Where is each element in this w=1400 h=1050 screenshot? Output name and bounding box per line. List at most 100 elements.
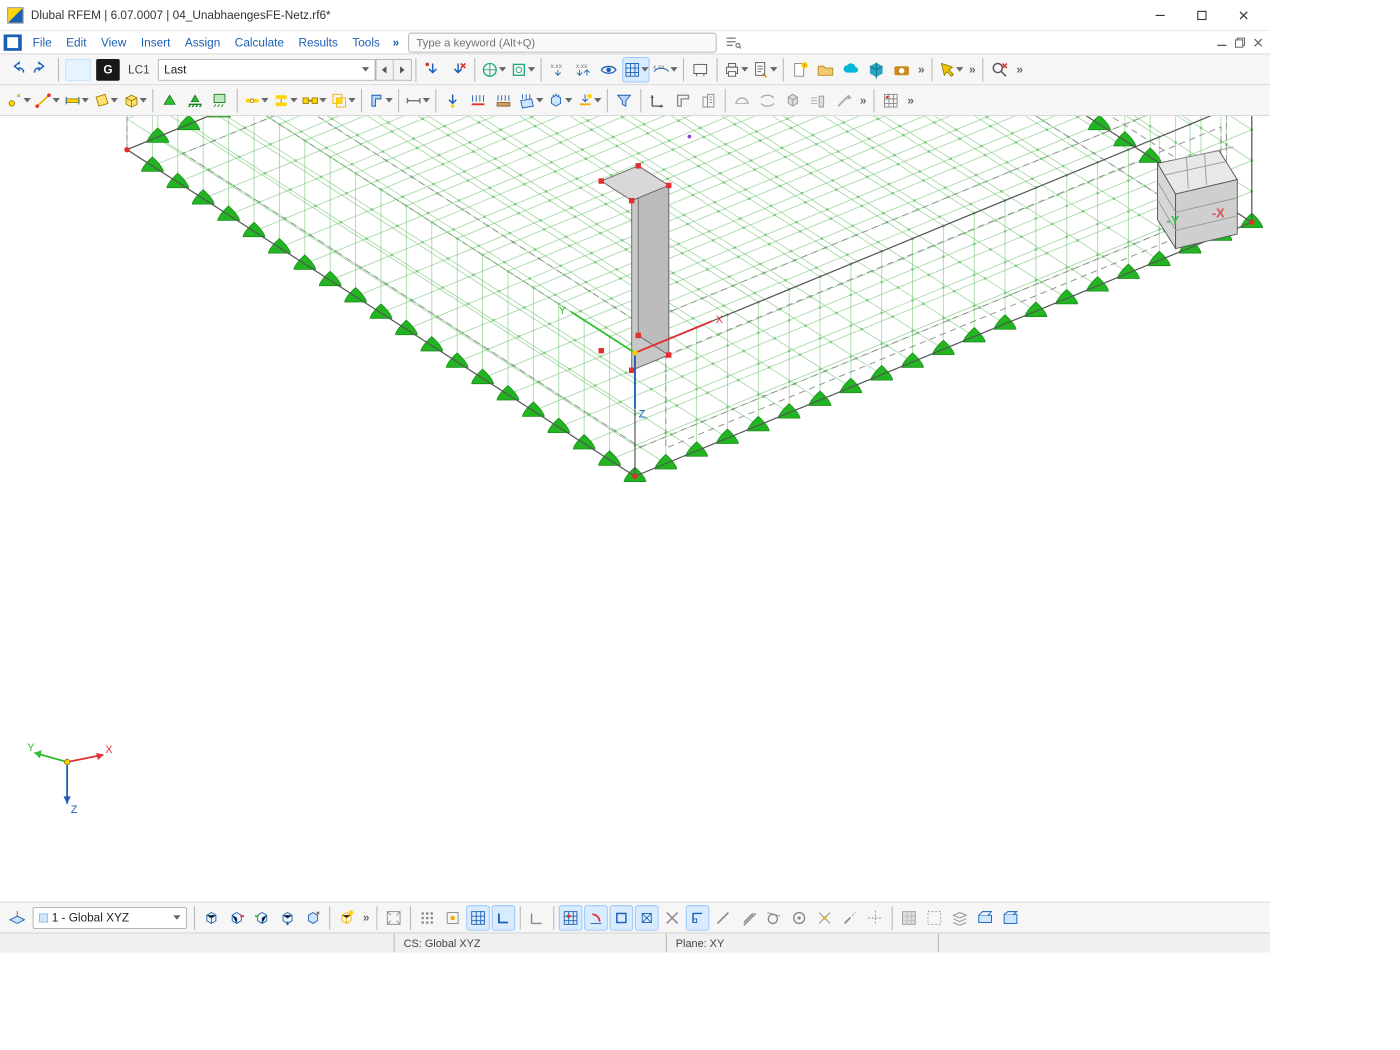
section-button[interactable] — [366, 88, 393, 113]
mdi-minimize[interactable] — [1214, 35, 1230, 50]
grid-values-button[interactable] — [879, 88, 903, 113]
eccentricity-button[interactable] — [271, 88, 298, 113]
smooth-button[interactable] — [756, 88, 780, 113]
3d-viewport[interactable]: XYZ -Y -X X Y Z — [0, 116, 1270, 902]
solid-load-button[interactable] — [546, 88, 573, 113]
snap-perp-toggle[interactable] — [686, 905, 710, 930]
lc-next-button[interactable] — [394, 59, 412, 81]
new-solid-button[interactable] — [121, 88, 148, 113]
snap-intersection-toggle[interactable] — [661, 905, 685, 930]
render-toggle[interactable] — [999, 905, 1023, 930]
dimension-button[interactable] — [404, 88, 431, 113]
snap-tangent-toggle[interactable] — [762, 905, 786, 930]
result-values-xx[interactable]: x.xx — [546, 57, 570, 82]
snap-node-toggle[interactable] — [610, 905, 634, 930]
toggle-visibility-button[interactable] — [597, 57, 621, 82]
show-values-icon[interactable]: x.xx — [651, 57, 678, 82]
lc-prev-button[interactable] — [376, 59, 394, 81]
menu-file[interactable]: File — [25, 33, 59, 52]
view-overflow[interactable]: » — [359, 911, 373, 925]
wind-sim-button[interactable] — [806, 88, 830, 113]
toolbar2-overflow-2[interactable]: » — [904, 93, 918, 107]
lc-category-chip-g[interactable]: G — [96, 59, 120, 81]
new-line-button[interactable] — [34, 88, 61, 113]
ortho-button[interactable] — [492, 905, 516, 930]
arrow-result-button[interactable] — [832, 88, 856, 113]
guide-grid-toggle[interactable] — [923, 905, 947, 930]
model-scene[interactable]: XYZ — [0, 116, 1270, 902]
snap-grid-toggle[interactable] — [559, 905, 583, 930]
delete-loads-button[interactable] — [446, 57, 470, 82]
mdi-close[interactable] — [1250, 35, 1266, 50]
view-y-button[interactable] — [250, 905, 274, 930]
snap-nearest-toggle[interactable] — [813, 905, 837, 930]
rigid-link-button[interactable] — [300, 88, 327, 113]
filter-button[interactable] — [612, 88, 636, 113]
new-model-button[interactable] — [788, 57, 812, 82]
line-support-button[interactable] — [183, 88, 207, 113]
new-member-button[interactable] — [63, 88, 90, 113]
nodal-load-button[interactable] — [441, 88, 465, 113]
nodal-support-button[interactable] — [158, 88, 182, 113]
lc-category-chip[interactable] — [65, 59, 90, 81]
undo-button[interactable] — [5, 57, 29, 82]
osnap-mesh-button[interactable] — [466, 905, 490, 930]
snap-center-toggle[interactable] — [788, 905, 812, 930]
line-load-button[interactable] — [466, 88, 490, 113]
member-load-button[interactable] — [492, 88, 516, 113]
workplane-button[interactable] — [5, 905, 29, 930]
loadcase-select[interactable]: Last — [158, 59, 376, 81]
select-button[interactable] — [937, 57, 964, 82]
isosurface-button[interactable] — [781, 88, 805, 113]
new-node-button[interactable] — [5, 88, 32, 113]
open-model-button[interactable] — [814, 57, 838, 82]
snap-mid-toggle[interactable] — [635, 905, 659, 930]
coordinate-system-select[interactable]: 1 - Global XYZ — [33, 907, 187, 929]
wireframe-button[interactable] — [335, 905, 359, 930]
ucs-button[interactable] — [525, 905, 549, 930]
bg-grid-toggle[interactable] — [897, 905, 921, 930]
menu-edit[interactable]: Edit — [59, 33, 94, 52]
toolbar-overflow-2[interactable]: » — [965, 63, 979, 77]
find-x-button[interactable] — [988, 57, 1012, 82]
new-surface-button[interactable] — [92, 88, 119, 113]
search-options-button[interactable] — [720, 32, 745, 52]
guideline-toggle[interactable] — [864, 905, 888, 930]
screenshot-button[interactable] — [890, 57, 914, 82]
clip-plane-toggle[interactable] — [974, 905, 998, 930]
surface-load-button[interactable] — [517, 88, 544, 113]
hinge-button[interactable] — [242, 88, 269, 113]
menu-calculate[interactable]: Calculate — [228, 33, 292, 52]
menu-view[interactable]: View — [94, 33, 134, 52]
local-deform-button[interactable] — [509, 57, 536, 82]
menu-tools[interactable]: Tools — [345, 33, 387, 52]
navigation-cube[interactable]: -Y -X — [1121, 134, 1248, 261]
redo-button[interactable] — [30, 57, 54, 82]
toolbar2-overflow[interactable]: » — [856, 93, 870, 107]
cloud-sync-button[interactable] — [839, 57, 863, 82]
section-display-button[interactable] — [671, 88, 695, 113]
view-invert-button[interactable] — [301, 905, 325, 930]
toolbar-overflow-3[interactable]: » — [1013, 63, 1027, 77]
model-manager-button[interactable] — [864, 57, 888, 82]
zoom-all-button[interactable] — [382, 905, 406, 930]
menu-results[interactable]: Results — [291, 33, 345, 52]
grid-button[interactable] — [416, 905, 440, 930]
envelope-button[interactable] — [730, 88, 754, 113]
menu-assign[interactable]: Assign — [178, 33, 228, 52]
view-z-button[interactable] — [276, 905, 300, 930]
mdi-restore[interactable] — [1232, 35, 1248, 50]
maximize-button[interactable] — [1181, 0, 1223, 29]
toolbar-overflow-1[interactable]: » — [914, 63, 928, 77]
snap-button[interactable] — [441, 905, 465, 930]
snap-end-toggle[interactable] — [584, 905, 608, 930]
intersection-button[interactable] — [329, 88, 356, 113]
view-x-button[interactable] — [225, 905, 249, 930]
menu-overflow[interactable]: » — [387, 33, 404, 52]
minimize-button[interactable] — [1139, 0, 1181, 29]
global-deform-button[interactable] — [480, 57, 507, 82]
show-mesh-button[interactable] — [622, 57, 649, 82]
snap-parallel-toggle[interactable] — [737, 905, 761, 930]
free-load-button[interactable] — [575, 88, 602, 113]
show-loads-button[interactable] — [421, 57, 445, 82]
